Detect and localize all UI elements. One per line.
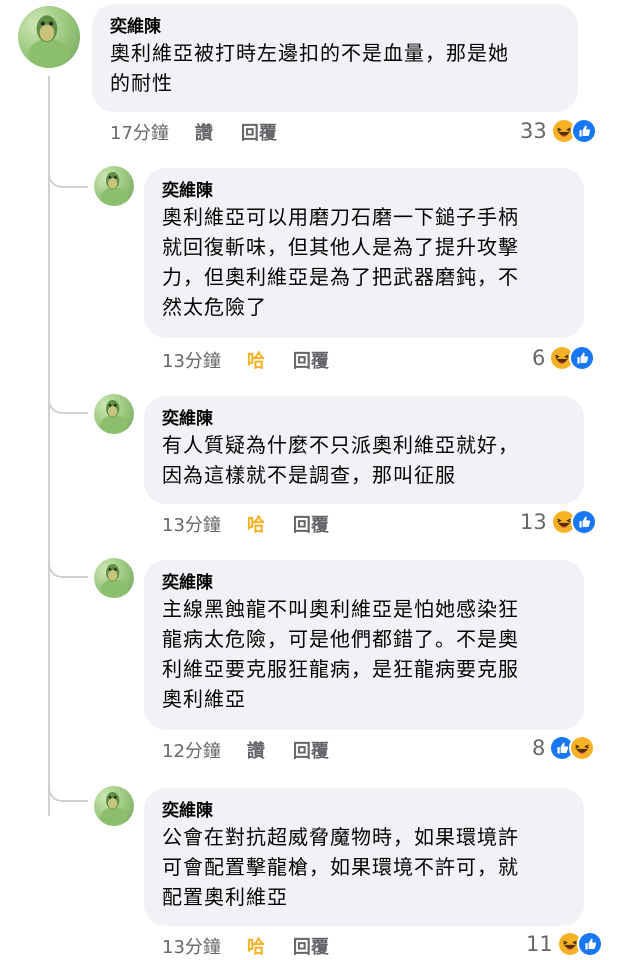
avatar[interactable] xyxy=(94,166,134,206)
thread-branch xyxy=(48,780,88,802)
comment-actions: 17分鐘 讚 回覆 xyxy=(110,119,305,145)
like-reaction-icon xyxy=(569,345,596,371)
reaction-summary[interactable]: 13 xyxy=(520,507,597,537)
reply-action[interactable]: 回覆 xyxy=(293,511,329,537)
thread-branch xyxy=(48,392,88,414)
reply-action[interactable]: 回覆 xyxy=(293,737,329,763)
reaction-count: 6 xyxy=(532,346,546,370)
comment-text: 主線黑蝕龍不叫奧利維亞是怕她感染狂 龍病太危險，可是他們都錯了。不是奧 利維亞要… xyxy=(162,597,519,711)
comment-timestamp[interactable]: 12分鐘 xyxy=(162,737,221,763)
comment-author[interactable]: 奕維陳 xyxy=(162,408,566,430)
haha-action[interactable]: 哈 xyxy=(247,511,265,537)
thread-branch xyxy=(48,556,88,578)
dinosaur-avatar-icon xyxy=(100,564,128,598)
dinosaur-avatar-icon xyxy=(100,400,128,434)
reaction-summary[interactable]: 11 xyxy=(526,929,603,959)
like-reaction-icon xyxy=(576,931,603,957)
dinosaur-avatar-icon xyxy=(100,172,128,206)
comment-author[interactable]: 奕維陳 xyxy=(162,800,566,822)
comment-bubble: 奕維陳 公會在對抗超威脅魔物時，如果環境許 可會配置擊龍槍，如果環境不許可，就 … xyxy=(144,788,584,926)
comment-actions: 12分鐘 讚 回覆 xyxy=(162,737,357,763)
comment-timestamp[interactable]: 17分鐘 xyxy=(110,119,169,145)
avatar[interactable] xyxy=(94,786,134,826)
comment-timestamp[interactable]: 13分鐘 xyxy=(162,347,221,373)
comment-actions: 13分鐘 哈 回覆 xyxy=(162,933,357,959)
comment-author[interactable]: 奕維陳 xyxy=(162,572,566,594)
comment-author[interactable]: 奕維陳 xyxy=(110,16,560,38)
like-action[interactable]: 讚 xyxy=(195,119,213,145)
comment-text: 奧利維亞被打時左邊扣的不是血量，那是她 的耐性 xyxy=(110,41,509,95)
comment-text: 奧利維亞可以用磨刀石磨一下鎚子手柄 就回復斬味，但其他人是為了提升攻擊 力，但奧… xyxy=(162,205,519,319)
thread-branch xyxy=(48,166,88,188)
reaction-summary[interactable]: 33 xyxy=(520,116,597,146)
like-action[interactable]: 讚 xyxy=(247,737,265,763)
haha-reaction-icon xyxy=(569,735,596,761)
reaction-summary[interactable]: 6 xyxy=(532,343,596,373)
like-reaction-icon xyxy=(570,118,597,144)
like-reaction-icon xyxy=(570,509,597,535)
comment-timestamp[interactable]: 13分鐘 xyxy=(162,933,221,959)
avatar[interactable] xyxy=(94,558,134,598)
haha-action[interactable]: 哈 xyxy=(247,347,265,373)
reaction-summary[interactable]: 8 xyxy=(532,733,596,763)
comment-bubble: 奕維陳 奧利維亞被打時左邊扣的不是血量，那是她 的耐性 xyxy=(92,4,578,112)
comment-bubble: 奕維陳 主線黑蝕龍不叫奧利維亞是怕她感染狂 龍病太危險，可是他們都錯了。不是奧 … xyxy=(144,560,584,730)
avatar[interactable] xyxy=(18,6,80,68)
dinosaur-avatar-icon xyxy=(28,15,70,68)
comment-author[interactable]: 奕維陳 xyxy=(162,180,566,202)
reaction-count: 33 xyxy=(520,119,547,143)
haha-action[interactable]: 哈 xyxy=(247,933,265,959)
comment-text: 公會在對抗超威脅魔物時，如果環境許 可會配置擊龍槍，如果環境不許可，就 配置奧利… xyxy=(162,825,519,909)
reaction-count: 11 xyxy=(526,932,553,956)
comment-bubble: 奕維陳 奧利維亞可以用磨刀石磨一下鎚子手柄 就回復斬味，但其他人是為了提升攻擊 … xyxy=(144,168,584,338)
reaction-count: 8 xyxy=(532,736,546,760)
reply-action[interactable]: 回覆 xyxy=(293,347,329,373)
comment-timestamp[interactable]: 13分鐘 xyxy=(162,511,221,537)
thread-line xyxy=(48,76,50,816)
comment-bubble: 奕維陳 有人質疑為什麼不只派奧利維亞就好， 因為這樣就不是調查，那叫征服 xyxy=(144,396,584,504)
dinosaur-avatar-icon xyxy=(100,792,128,826)
comment-actions: 13分鐘 哈 回覆 xyxy=(162,511,357,537)
reply-action[interactable]: 回覆 xyxy=(241,119,277,145)
comment-actions: 13分鐘 哈 回覆 xyxy=(162,347,357,373)
reply-action[interactable]: 回覆 xyxy=(293,933,329,959)
reaction-count: 13 xyxy=(520,510,547,534)
avatar[interactable] xyxy=(94,394,134,434)
comment-text: 有人質疑為什麼不只派奧利維亞就好， 因為這樣就不是調查，那叫征服 xyxy=(162,433,519,487)
